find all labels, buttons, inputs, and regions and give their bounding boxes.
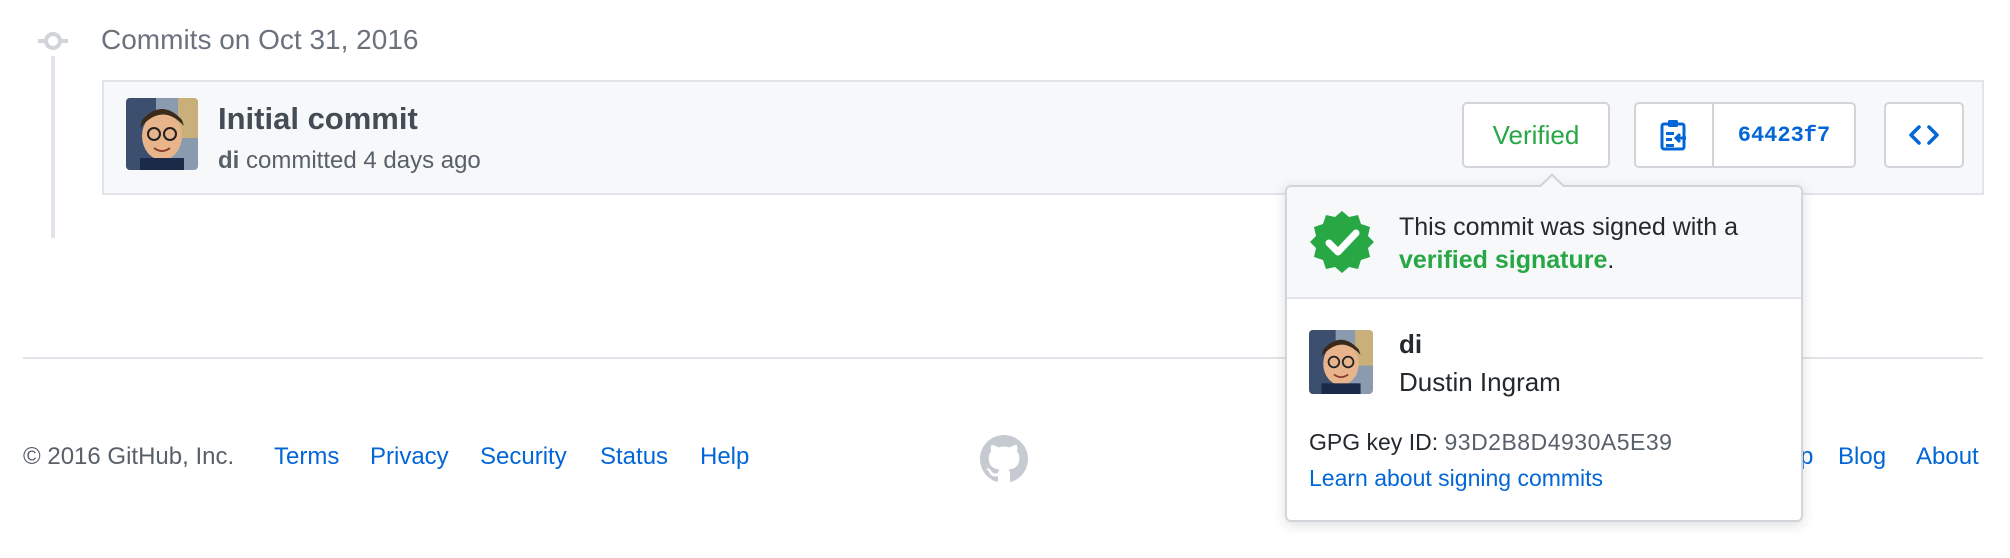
signer-name: Dustin Ingram: [1399, 367, 1561, 397]
footer-link-security[interactable]: Security: [480, 442, 567, 472]
signer-avatar[interactable]: [1309, 330, 1373, 394]
commit-group-title: Commits on Oct 31, 2016: [101, 24, 419, 55]
footer-link-status[interactable]: Status: [600, 442, 668, 472]
clipboard-icon: [1660, 120, 1686, 151]
popover-header: This commit was signed with a verified s…: [1287, 187, 1801, 299]
code-icon: [1909, 125, 1939, 145]
commit-meta: di committed 4 days ago: [218, 146, 481, 176]
timeline-line: [51, 56, 55, 238]
copy-sha-button[interactable]: [1636, 104, 1714, 166]
signer-login[interactable]: di: [1399, 327, 1422, 361]
learn-signing-link[interactable]: Learn about signing commits: [1309, 463, 1603, 493]
gpg-key-line: GPG key ID: 93D2B8D4930A5E39: [1309, 427, 1672, 457]
footer-link-blog[interactable]: Blog: [1838, 442, 1886, 472]
signature-message-period: .: [1607, 246, 1615, 274]
commit-time: committed 4 days ago: [239, 147, 481, 174]
browse-repo-button[interactable]: [1884, 102, 1964, 168]
git-commit-icon: [38, 32, 68, 50]
signature-popover: This commit was signed with a verified s…: [1285, 173, 1803, 522]
gpg-key-label: GPG key ID:: [1309, 429, 1445, 455]
popover-arrow-fill: [1541, 176, 1563, 187]
commit-row: Initial commit di committed 4 days ago V…: [102, 80, 1984, 195]
signature-message: This commit was signed with a verified s…: [1399, 211, 1738, 277]
gpg-key-id: 93D2B8D4930A5E39: [1444, 429, 1673, 455]
sha-button-group: 64423f7: [1634, 102, 1856, 168]
commits-page: Commits on Oct 31, 2016 Initial commit d…: [0, 0, 2010, 558]
verified-badge-icon: [1310, 211, 1374, 273]
verified-button[interactable]: Verified: [1462, 102, 1610, 168]
footer-copyright: © 2016 GitHub, Inc.: [23, 443, 235, 470]
signature-message-text: This commit was signed with a: [1399, 213, 1739, 241]
verified-signature-link[interactable]: verified signature: [1399, 246, 1607, 274]
footer-link-help[interactable]: Help: [700, 442, 749, 472]
commit-author[interactable]: di: [218, 147, 239, 174]
footer-link-about[interactable]: About: [1916, 442, 1979, 472]
footer-link-terms[interactable]: Terms: [274, 442, 339, 472]
author-avatar[interactable]: [126, 98, 198, 170]
commit-sha-link[interactable]: 64423f7: [1714, 104, 1854, 166]
footer-link-privacy[interactable]: Privacy: [370, 442, 449, 472]
commit-title[interactable]: Initial commit: [218, 100, 418, 138]
github-mark-icon[interactable]: [980, 435, 1028, 483]
